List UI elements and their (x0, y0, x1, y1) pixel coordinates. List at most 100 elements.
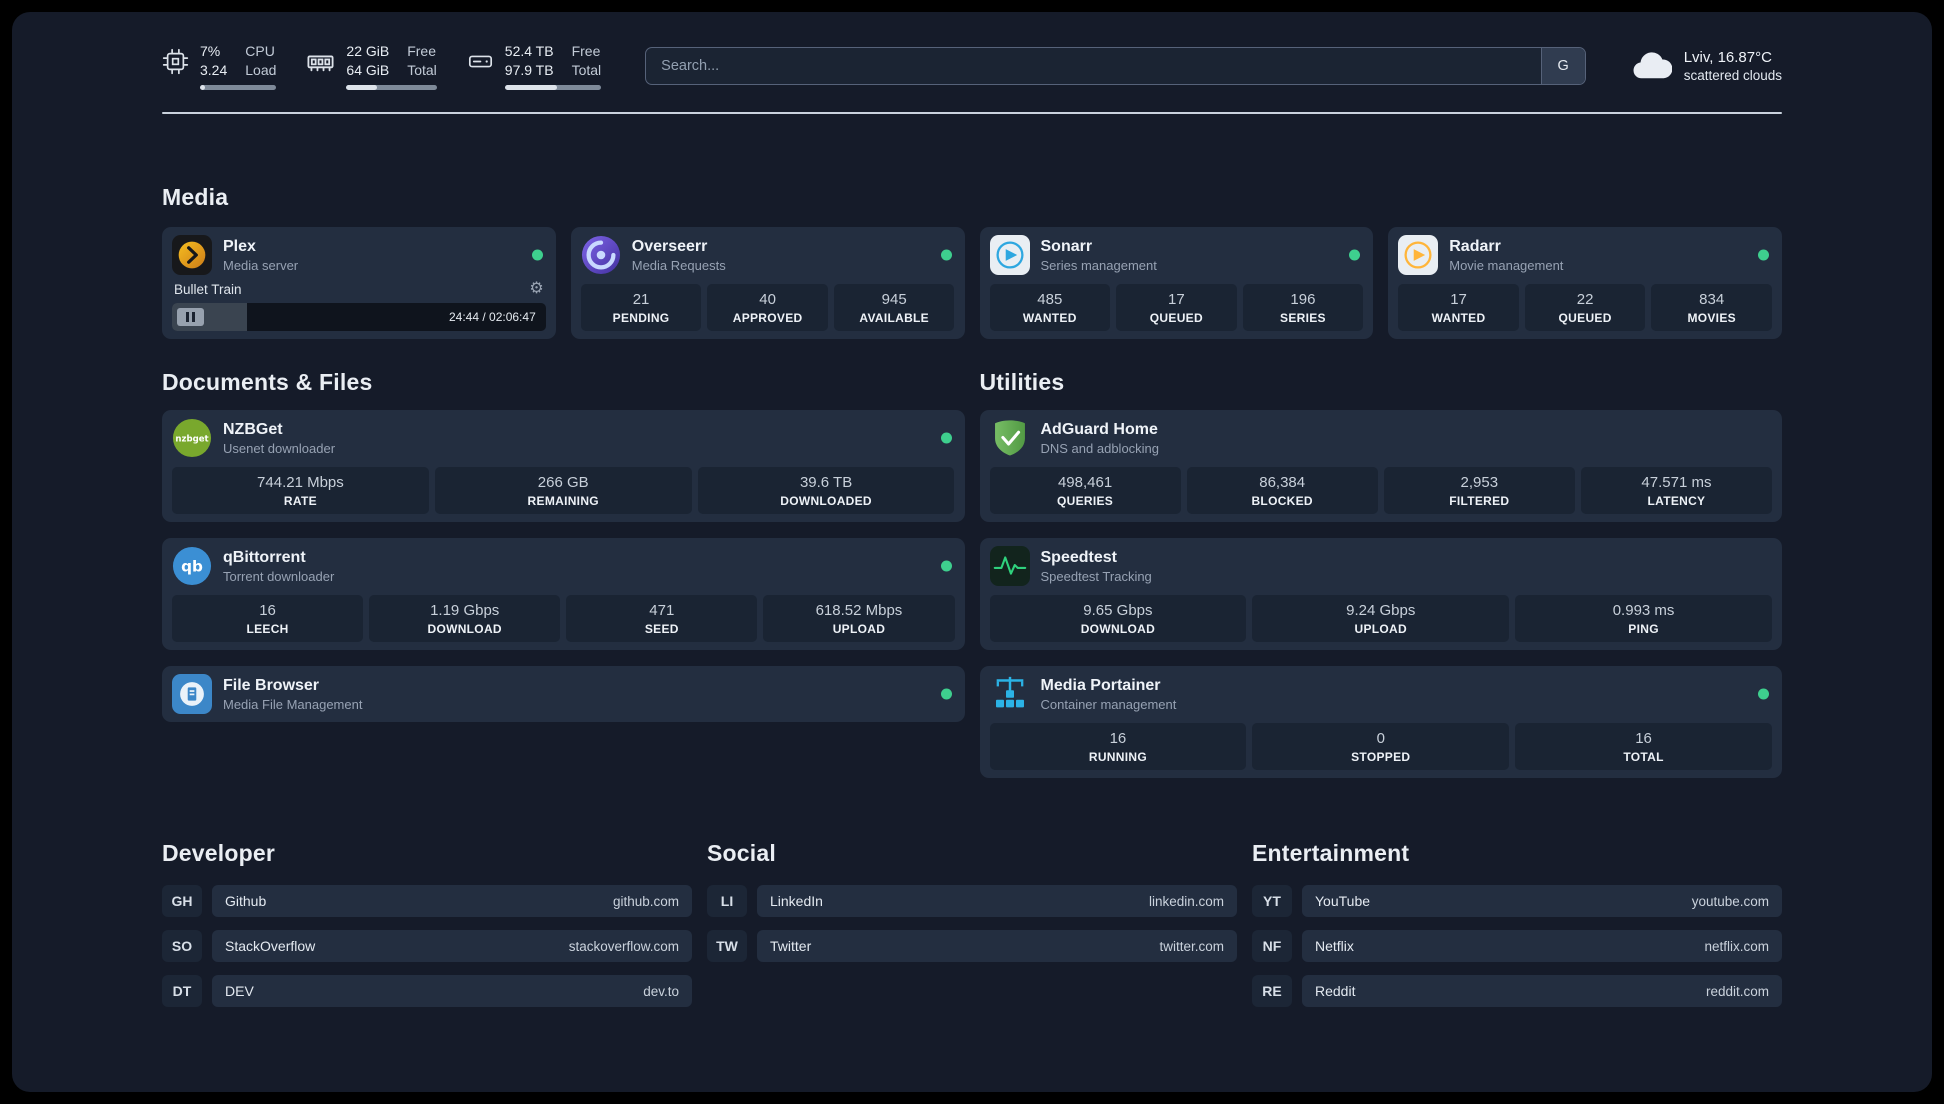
status-dot (1758, 688, 1769, 700)
playback-progress-bar[interactable]: 24:44 / 02:06:47 (172, 303, 546, 332)
stat-label: REMAINING (527, 493, 599, 508)
stat-value: 0.993 ms (1612, 601, 1675, 619)
stat-filtered: 2,953 FILTERED (1383, 467, 1575, 515)
stat-stopped: 0 STOPPED (1252, 723, 1510, 771)
social-links: Social LI LinkedIn linkedin.com TW Twitt… (707, 840, 1237, 1007)
stat-blocked: 86,384 BLOCKED (1186, 467, 1378, 515)
stat-upload: 9.24 Gbps UPLOAD (1252, 595, 1510, 643)
stat-queued: 22 QUEUED (1524, 284, 1646, 332)
bookmark-linkedin[interactable]: LI LinkedIn linkedin.com (707, 885, 1237, 918)
stat-label: UPLOAD (832, 621, 886, 636)
stat-label: SEED (644, 621, 679, 636)
stat-upload: 618.52 Mbps UPLOAD (763, 595, 955, 643)
service-card-radarr[interactable]: Radarr Movie management 17 WANTED 22 QUE… (1388, 227, 1782, 340)
section-title-entertainment: Entertainment (1252, 840, 1410, 867)
stat-queued: 17 QUEUED (1116, 284, 1237, 332)
section-title-media: Media (162, 184, 229, 211)
memory-monitor: 22 GiB Free 64 GiB Total (306, 42, 437, 91)
bookmark-name: Netflix (1315, 938, 1354, 955)
stat-running: 16 RUNNING (989, 723, 1247, 771)
stat-value: 485 (1037, 290, 1063, 308)
section-title-developer: Developer (162, 840, 276, 867)
bookmark-name: Reddit (1315, 983, 1356, 1000)
stat-value: 39.6 TB (799, 473, 853, 491)
stat-label: PING (1628, 621, 1659, 636)
service-card-adguard[interactable]: AdGuard Home DNS and adblocking 498,461 … (979, 410, 1782, 523)
search-input[interactable] (646, 58, 1541, 75)
stat-value: 744.21 Mbps (257, 473, 344, 491)
stat-label: DOWNLOAD (1080, 621, 1156, 636)
memory-free-value: 22 GiB (346, 43, 390, 59)
stat-series: 196 SERIES (1242, 284, 1364, 332)
speedtest-icon (989, 546, 1030, 587)
cpu-usage-bar-fill (200, 85, 206, 91)
bookmark-name: StackOverflow (225, 938, 316, 955)
sonarr-icon (989, 235, 1030, 276)
stat-label: QUEUED (1149, 310, 1203, 325)
search-bar[interactable]: G (645, 47, 1586, 86)
bookmark-name: Github (225, 893, 267, 910)
bookmark-url: netflix.com (1704, 938, 1769, 954)
stat-value: 17 (1168, 290, 1185, 308)
top-bar: 7% CPU 3.24 Load 22 GiB Free 64 GiB Tota… (162, 42, 1782, 91)
utilities-column: Utilities AdGuard Home DNS and adblockin… (979, 369, 1782, 779)
bookmark-abbr: RE (1252, 975, 1292, 1008)
stat-value: 47.571 ms (1641, 473, 1712, 491)
pause-button[interactable] (177, 308, 204, 327)
cpu-load-value: 3.24 (200, 62, 228, 79)
stat-label: MOVIES (1687, 310, 1736, 325)
bookmark-dev[interactable]: DT DEV dev.to (162, 975, 692, 1008)
service-card-speedtest[interactable]: Speedtest Speedtest Tracking 9.65 Gbps D… (979, 538, 1782, 651)
middle-columns: Documents & Files nzbget NZBGet Usenet d… (162, 369, 1782, 779)
stat-total: 16 TOTAL (1515, 723, 1772, 771)
bookmark-url: linkedin.com (1148, 893, 1224, 909)
service-card-overseerr[interactable]: Overseerr Media Requests 21 PENDING 40 A… (570, 227, 965, 340)
app-desc: Speedtest Tracking (1040, 569, 1152, 585)
entertainment-links: Entertainment YT YouTube youtube.com NF … (1252, 840, 1782, 1008)
stat-remaining: 266 GB REMAINING (434, 467, 692, 515)
stat-label: UPLOAD (1354, 621, 1407, 636)
status-dot (1349, 249, 1361, 261)
disk-total-value: 97.9 TB (504, 62, 554, 79)
bookmark-url: dev.to (643, 983, 679, 999)
stat-value: 16 (1635, 729, 1652, 747)
stat-latency: 47.571 ms LATENCY (1580, 467, 1772, 515)
app-desc: Series management (1040, 258, 1157, 274)
service-card-qbittorrent[interactable]: qb qBittorrent Torrent downloader 16 LEE… (162, 538, 965, 651)
bookmark-reddit[interactable]: RE Reddit reddit.com (1252, 975, 1782, 1008)
service-card-plex[interactable]: Plex Media server Bullet Train ⚙ 24:44 /… (162, 227, 556, 340)
app-name: Sonarr (1040, 238, 1093, 256)
service-card-sonarr[interactable]: Sonarr Series management 485 WANTED 17 Q… (979, 227, 1374, 340)
service-card-nzbget[interactable]: nzbget NZBGet Usenet downloader 744.21 M… (162, 410, 965, 523)
memory-label-top: Free (407, 43, 437, 59)
stat-label: PENDING (612, 310, 670, 325)
disk-label-top: Free (571, 43, 601, 59)
stat-label: DOWNLOAD (427, 621, 502, 636)
search-engine-button[interactable]: G (1540, 48, 1585, 85)
status-dot (940, 560, 952, 572)
stat-label: BLOCKED (1251, 493, 1313, 508)
stat-movies: 834 MOVIES (1651, 284, 1772, 332)
adguard-icon (990, 418, 1030, 458)
stat-value: 40 (759, 290, 776, 308)
bookmark-twitter[interactable]: TW Twitter twitter.com (707, 930, 1237, 963)
stat-value: 22 (1576, 290, 1594, 308)
bookmark-youtube[interactable]: YT YouTube youtube.com (1252, 885, 1782, 918)
bookmark-url: reddit.com (1705, 983, 1769, 999)
bookmark-name: DEV (225, 983, 254, 1000)
bookmark-url: github.com (612, 893, 679, 909)
bookmark-stackoverflow[interactable]: SO StackOverflow stackoverflow.com (162, 930, 692, 963)
developer-links: Developer GH Github github.com SO StackO… (162, 840, 692, 1008)
bookmark-github[interactable]: GH Github github.com (162, 885, 692, 918)
gear-icon[interactable]: ⚙ (529, 281, 543, 297)
weather-condition: scattered clouds (1683, 68, 1782, 84)
status-dot (940, 432, 952, 444)
service-card-filebrowser[interactable]: File Browser Media File Management (162, 666, 965, 723)
service-card-portainer[interactable]: Media Portainer Container management 16 … (979, 666, 1782, 779)
stat-value: 0 (1376, 729, 1385, 747)
app-name: qBittorrent (223, 549, 306, 567)
stat-rate: 744.21 Mbps RATE (172, 467, 429, 515)
stat-value: 1.19 Gbps (430, 601, 500, 619)
bookmark-netflix[interactable]: NF Netflix netflix.com (1252, 930, 1782, 963)
topbar-divider (162, 112, 1782, 115)
